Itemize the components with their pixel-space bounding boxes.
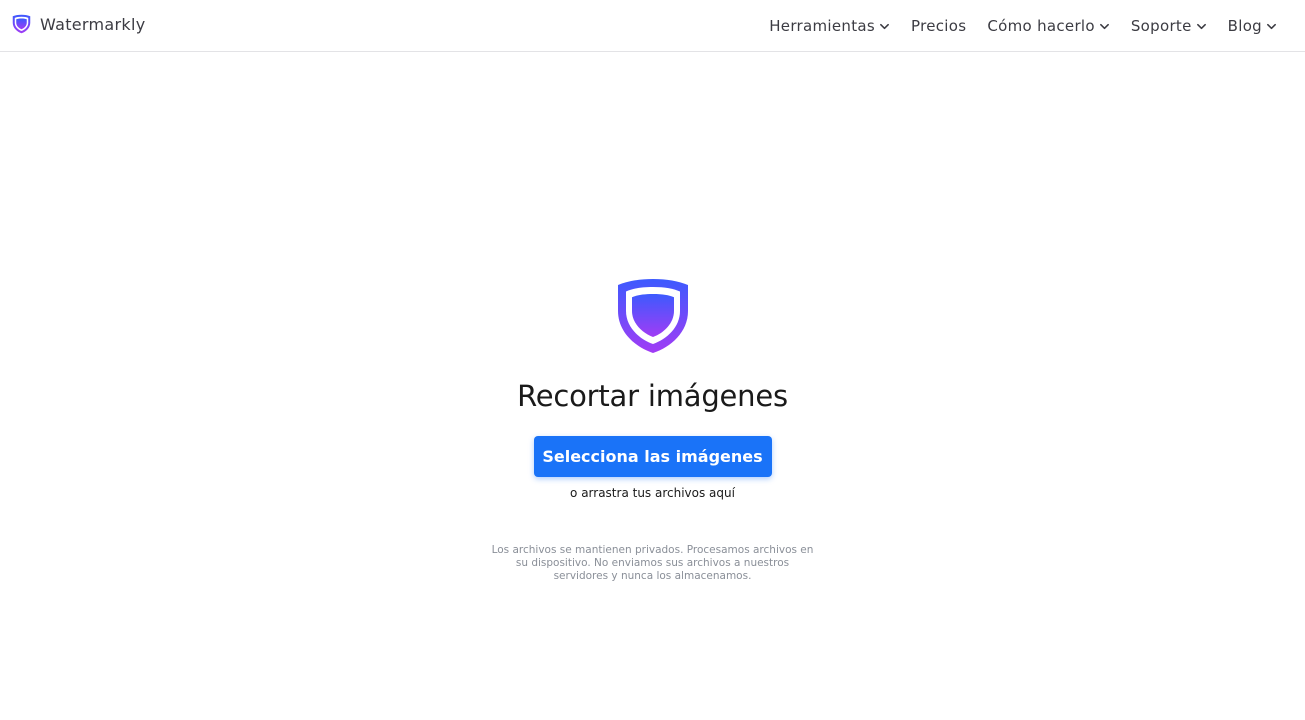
nav-item-label: Precios xyxy=(911,17,967,35)
chevron-down-icon xyxy=(1099,23,1109,30)
brand-name: Watermarkly xyxy=(40,14,146,34)
nav-item-label: Soporte xyxy=(1130,17,1192,35)
select-images-button[interactable]: Selecciona las imágenes xyxy=(533,436,772,477)
nav-item-blog[interactable]: Blog xyxy=(1228,17,1277,35)
chevron-down-icon xyxy=(1196,23,1206,30)
nav-item-como-hacerlo[interactable]: Cómo hacerlo xyxy=(987,17,1110,35)
nav-item-label: Blog xyxy=(1227,17,1262,35)
main-nav: Herramientas Precios Cómo hacerlo Soport… xyxy=(769,0,1277,52)
upload-area[interactable]: Recortar imágenes Selecciona las imágene… xyxy=(0,276,1305,583)
nav-item-soporte[interactable]: Soporte xyxy=(1131,17,1207,35)
nav-item-herramientas[interactable]: Herramientas xyxy=(769,17,890,35)
nav-item-label: Cómo hacerlo xyxy=(987,17,1095,35)
page-title: Recortar imágenes xyxy=(517,379,788,413)
chevron-down-icon xyxy=(880,23,889,30)
brand-home-link[interactable]: Watermarkly xyxy=(12,14,145,34)
top-navigation-bar: Watermarkly Herramientas Precios Cómo ha… xyxy=(0,0,1305,52)
nav-item-precios[interactable]: Precios xyxy=(911,17,966,35)
shield-logo-icon xyxy=(12,14,31,34)
drop-hint-text: o arrastra tus archivos aquí xyxy=(570,486,735,500)
shield-logo-icon xyxy=(617,279,688,353)
chevron-down-icon xyxy=(1267,23,1276,30)
nav-item-label: Herramientas xyxy=(769,17,875,35)
privacy-note: Los archivos se mantienen privados. Proc… xyxy=(491,544,814,582)
